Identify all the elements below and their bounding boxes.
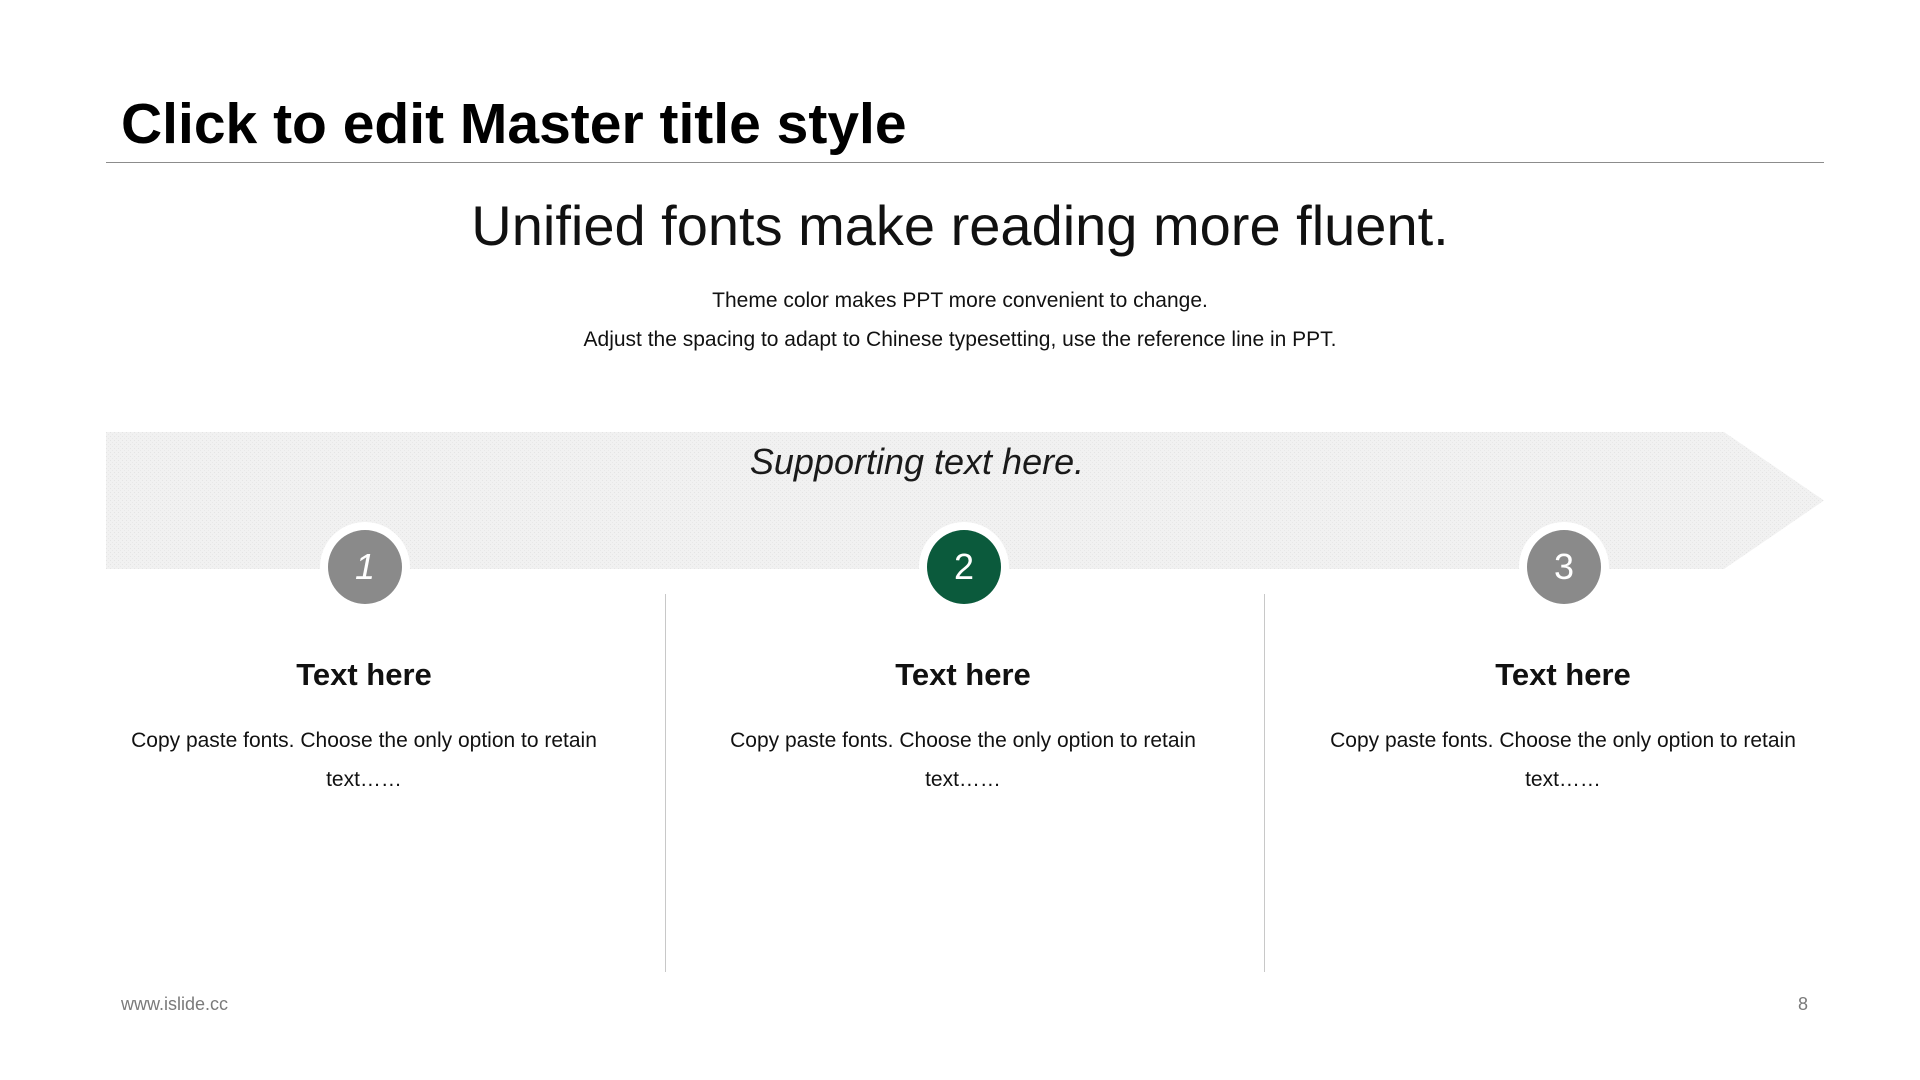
title-divider [106,162,1824,163]
subtitle-line-1: Theme color makes PPT more convenient to… [712,289,1208,312]
step-badge-3: 3 [1519,522,1609,612]
column-divider-1 [665,594,666,972]
step-badge-1: 1 [320,522,410,612]
step-heading-2: Text here [895,657,1031,692]
supporting-text: Supporting text here. [749,441,1085,482]
step-body-2: Copy paste fonts. Choose the only option… [730,729,1196,791]
step-badge-2: 2 [919,522,1009,612]
step-heading-3: Text here [1495,657,1631,692]
slide-title: Click to edit Master title style [121,92,907,156]
headline: Unified fonts make reading more fluent. [471,194,1449,257]
step-number-1: 1 [328,530,402,604]
step-body-3: Copy paste fonts. Choose the only option… [1330,729,1796,791]
step-number-3: 3 [1527,530,1601,604]
footer-url: www.islide.cc [121,994,229,1014]
subtitle-line-2: Adjust the spacing to adapt to Chinese t… [583,328,1337,351]
step-heading-1: Text here [296,657,432,692]
step-body-1: Copy paste fonts. Choose the only option… [131,729,597,791]
step-number-2: 2 [927,530,1001,604]
page-number: 8 [1797,994,1808,1014]
column-divider-2 [1264,594,1265,972]
